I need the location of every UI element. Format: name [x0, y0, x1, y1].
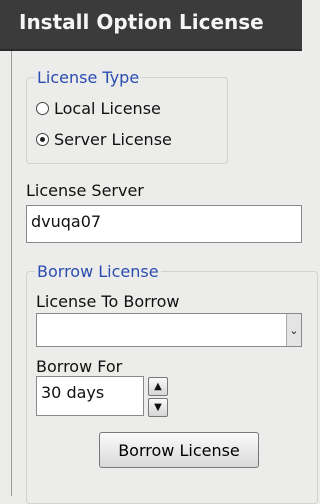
borrow-for-label: Borrow For: [36, 357, 123, 376]
borrow-license-button[interactable]: Borrow License: [99, 432, 259, 468]
borrow-for-input[interactable]: 30 days: [36, 376, 144, 416]
license-to-borrow-label: License To Borrow: [36, 292, 180, 311]
license-server-input[interactable]: dvuqa07: [26, 205, 302, 243]
borrow-for-stepper[interactable]: ▲ ▼: [148, 377, 168, 417]
install-option-license-panel: License Type Local License Server Licens…: [11, 51, 318, 504]
license-to-borrow-select[interactable]: ⌄: [36, 313, 302, 347]
license-type-legend: License Type: [37, 68, 140, 87]
chevron-down-icon[interactable]: ⌄: [286, 314, 301, 346]
local-license-radio-indicator[interactable]: [36, 102, 49, 115]
license-server-label: License Server: [26, 181, 144, 200]
local-license-radio[interactable]: Local License: [36, 99, 161, 118]
borrow-license-legend: Borrow License: [37, 262, 159, 281]
local-license-label: Local License: [54, 99, 161, 118]
title-bar: Install Option License: [0, 0, 302, 51]
server-license-radio-indicator[interactable]: [36, 133, 49, 146]
server-license-radio[interactable]: Server License: [36, 130, 172, 149]
increment-arrow-icon[interactable]: ▲: [148, 377, 168, 396]
decrement-arrow-icon[interactable]: ▼: [148, 398, 168, 417]
server-license-label: Server License: [54, 130, 172, 149]
window-title: Install Option License: [19, 10, 264, 34]
